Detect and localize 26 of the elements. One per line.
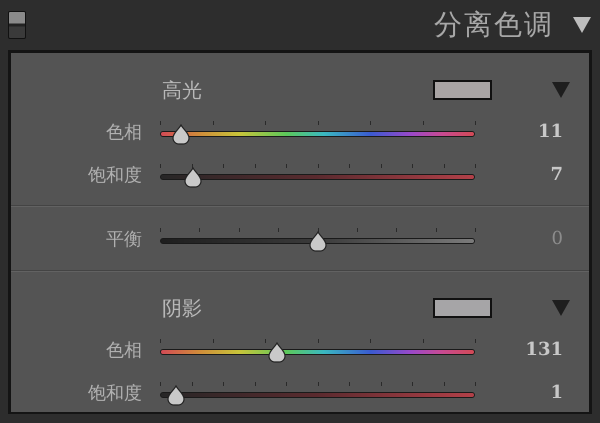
slider-value[interactable]: 1 <box>493 382 563 403</box>
slider-label: 平衡 <box>105 228 142 250</box>
slider[interactable] <box>160 380 475 406</box>
section-title: 高光 <box>162 76 202 104</box>
slider-label: 色相 <box>105 120 142 144</box>
slider-thumb[interactable] <box>170 124 192 146</box>
section-title: 阴影 <box>162 294 202 322</box>
slider-label: 色相 <box>105 338 142 362</box>
slider-label: 饱和度 <box>87 164 142 186</box>
color-swatch[interactable] <box>433 80 492 100</box>
color-swatch[interactable] <box>433 298 492 318</box>
slider-thumb[interactable] <box>266 342 288 364</box>
slider-value[interactable]: 7 <box>493 164 563 185</box>
slider-thumb[interactable] <box>182 166 204 188</box>
collapse-icon[interactable] <box>572 16 592 34</box>
panel-title: 分离色调 <box>434 7 554 43</box>
slider-value[interactable]: 131 <box>493 339 563 360</box>
slider-label: 饱和度 <box>87 382 142 404</box>
slider-thumb[interactable] <box>306 230 328 252</box>
slider[interactable] <box>160 118 475 144</box>
slider[interactable] <box>160 226 475 252</box>
slider-value[interactable]: 11 <box>493 121 563 142</box>
slider[interactable] <box>160 336 475 362</box>
slider-thumb[interactable] <box>164 384 187 406</box>
slider[interactable] <box>160 162 475 188</box>
panel-switch[interactable] <box>8 11 26 39</box>
